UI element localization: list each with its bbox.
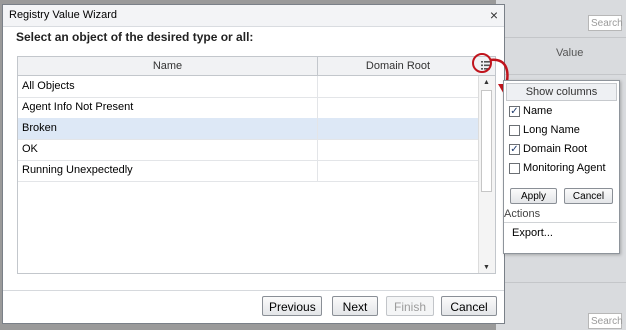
cell-divider: [317, 118, 318, 139]
checkbox-unchecked[interactable]: [509, 125, 520, 136]
checkbox-unchecked[interactable]: [509, 163, 520, 174]
close-icon[interactable]: ×: [490, 7, 498, 23]
checkbox-checked[interactable]: ✓: [509, 106, 520, 117]
cancel-button[interactable]: Cancel: [441, 296, 497, 316]
apply-button[interactable]: Apply: [510, 188, 557, 204]
vertical-scrollbar[interactable]: ▲ ▼: [478, 76, 495, 273]
option-domain-root[interactable]: ✓ Domain Root: [509, 142, 617, 158]
option-label: Domain Root: [523, 143, 588, 155]
registry-value-wizard-dialog: Registry Value Wizard × Select an object…: [2, 4, 505, 324]
popup-cancel-button[interactable]: Cancel: [564, 188, 613, 204]
show-columns-header: Show columns: [506, 83, 617, 101]
dialog-titlebar: Registry Value Wizard ×: [3, 5, 504, 27]
dialog-heading: Select an object of the desired type or …: [16, 30, 254, 44]
column-chooser-popup: Show columns ✓ Name Long Name ✓ Domain R…: [503, 80, 620, 254]
option-label: Long Name: [523, 124, 580, 136]
scrollbar-thumb[interactable]: [481, 90, 492, 192]
actions-divider: [504, 222, 617, 223]
column-header-domain-root[interactable]: Domain Root: [318, 57, 478, 75]
row-name: All Objects: [22, 80, 75, 92]
option-monitoring-agent[interactable]: Monitoring Agent: [509, 161, 617, 177]
export-menu-item[interactable]: Export...: [512, 227, 553, 239]
table-row[interactable]: OK: [18, 139, 478, 161]
grid-header: Name Domain Root: [18, 57, 495, 76]
table-row[interactable]: All Objects: [18, 76, 478, 98]
cell-divider: [317, 160, 318, 181]
scroll-down-icon[interactable]: ▼: [483, 264, 490, 271]
option-label: Monitoring Agent: [523, 162, 606, 174]
next-button[interactable]: Next: [332, 296, 378, 316]
finish-button[interactable]: Finish: [386, 296, 434, 316]
option-label: Name: [523, 105, 553, 117]
cell-divider: [317, 97, 318, 118]
background-value-header: Value: [556, 47, 584, 59]
background-search-input[interactable]: Search: [588, 15, 623, 31]
previous-button[interactable]: Previous: [262, 296, 322, 316]
table-row[interactable]: Running Unexpectedly: [18, 160, 478, 182]
option-name[interactable]: ✓ Name: [509, 104, 617, 120]
table-row-selected[interactable]: Broken: [18, 118, 478, 140]
table-row[interactable]: Agent Info Not Present: [18, 97, 478, 119]
row-name: Running Unexpectedly: [22, 164, 133, 176]
footer-divider: [3, 290, 504, 291]
row-name: Broken: [22, 122, 57, 134]
cell-divider: [317, 76, 318, 97]
background-divider: [496, 282, 626, 283]
row-name: OK: [22, 143, 38, 155]
option-long-name[interactable]: Long Name: [509, 123, 617, 139]
dialog-title: Registry Value Wizard: [9, 9, 117, 21]
object-grid: Name Domain Root All Objects Agent Info …: [17, 56, 496, 274]
row-name: Agent Info Not Present: [22, 101, 134, 113]
background-divider: [496, 37, 626, 38]
checkbox-checked[interactable]: ✓: [509, 144, 520, 155]
column-header-name[interactable]: Name: [18, 57, 318, 75]
background-search-input-bottom[interactable]: Search: [588, 313, 623, 329]
actions-label: Actions: [504, 208, 541, 220]
cell-divider: [317, 139, 318, 160]
